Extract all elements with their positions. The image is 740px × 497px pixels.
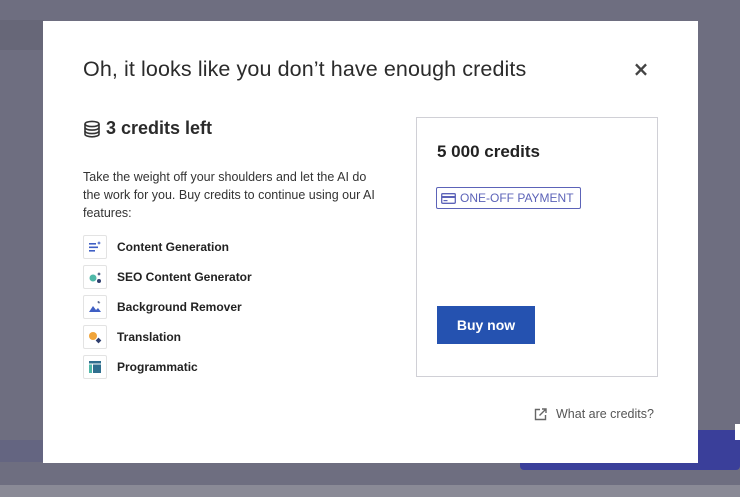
seo-content-icon: [83, 265, 107, 289]
mouse-cursor: [735, 424, 740, 440]
credits-left-label: 3 credits left: [106, 118, 213, 138]
content-generation-icon: [83, 235, 107, 259]
modal-title: Oh, it looks like you don’t have enough …: [83, 57, 527, 81]
external-link-icon: [534, 407, 547, 420]
credits-plan-card: 5 000 credits ONE-OFF PAYMENT Buy now: [416, 117, 658, 377]
payment-type-badge: ONE-OFF PAYMENT: [436, 187, 581, 209]
translation-icon: [83, 325, 107, 349]
description: Take the weight off your shoulders and l…: [83, 170, 375, 220]
feature-label: Background Remover: [117, 300, 242, 314]
coins-stack-icon: [84, 120, 100, 138]
feature-label: Programmatic: [117, 360, 198, 374]
plan-credits: 5 000 credits: [437, 142, 541, 161]
close-icon[interactable]: ×: [631, 59, 651, 79]
badge-label: ONE-OFF PAYMENT: [460, 191, 574, 205]
background-fragment: [0, 20, 44, 50]
feature-item: Translation: [83, 322, 252, 352]
buy-now-button[interactable]: Buy now: [437, 306, 535, 344]
credit-card-icon: [441, 192, 456, 204]
background-remover-icon: [83, 295, 107, 319]
feature-item: Programmatic: [83, 352, 252, 382]
feature-label: SEO Content Generator: [117, 270, 252, 284]
what-are-credits-link[interactable]: What are credits?: [534, 407, 654, 421]
feature-label: Translation: [117, 330, 182, 344]
feature-item: Background Remover: [83, 292, 252, 322]
feature-item: Content Generation: [83, 232, 252, 262]
feature-list: Content Generation SEO Content Generator…: [83, 232, 252, 382]
feature-label: Content Generation: [117, 240, 230, 254]
programmatic-icon: [83, 355, 107, 379]
credits-modal: Oh, it looks like you don’t have enough …: [43, 21, 698, 463]
what-are-credits-label: What are credits?: [556, 407, 654, 421]
feature-item: SEO Content Generator: [83, 262, 252, 292]
credits-left: 3 credits left: [83, 118, 212, 139]
background-strip: [0, 485, 740, 497]
